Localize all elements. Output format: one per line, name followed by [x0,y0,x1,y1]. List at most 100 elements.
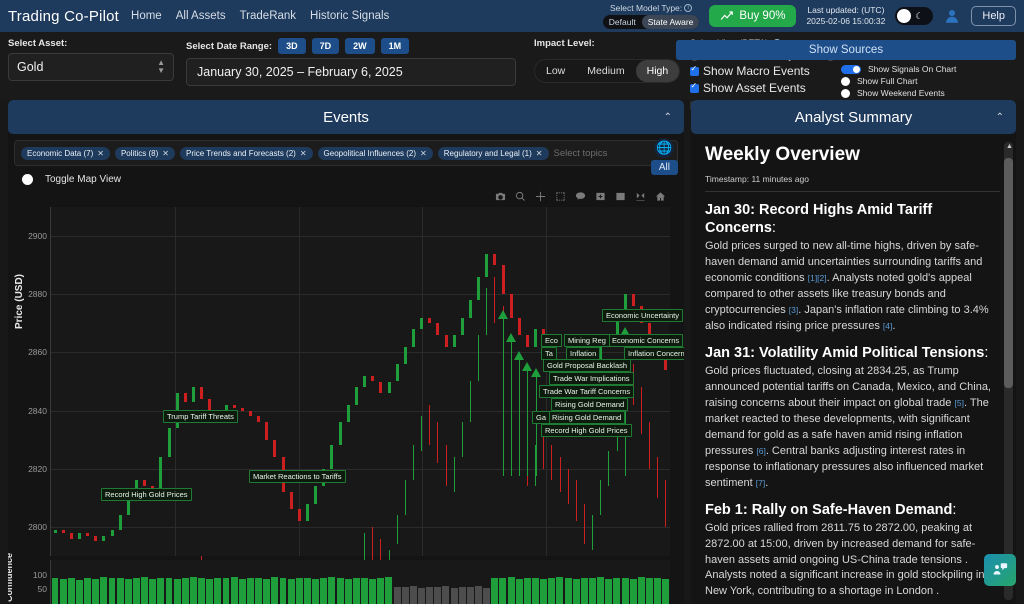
confidence-bar[interactable] [597,577,605,604]
zoom-out-icon[interactable] [615,191,626,202]
confidence-subplot[interactable]: 50 100 [33,560,670,604]
candlestick[interactable] [306,503,310,522]
candlestick[interactable] [143,480,147,487]
candlestick[interactable] [69,532,73,539]
confidence-bar[interactable] [564,578,572,604]
candlestick[interactable] [240,407,244,604]
lasso-icon[interactable] [575,191,586,202]
confidence-bar[interactable] [589,578,596,604]
candlestick[interactable] [118,515,122,530]
confidence-bar[interactable] [59,578,67,604]
confidence-bar[interactable] [92,578,100,604]
confidence-bar[interactable] [409,585,417,604]
info-icon[interactable]: i [684,4,693,12]
all-filter-button[interactable]: All [650,160,678,175]
model-option-default[interactable]: Default [603,15,642,29]
camera-icon[interactable] [495,191,506,202]
topics-multiselect[interactable]: Economic Data (7) ✕ Politics (8) ✕ Price… [14,140,678,166]
toggle-show-signals-on-chart[interactable] [841,64,861,74]
chart-annotation[interactable]: Inflation Concerns [624,347,684,360]
candlestick[interactable] [94,535,98,542]
chart-annotation[interactable]: Trump Tariff Threats [163,410,238,423]
candlestick[interactable] [403,346,407,516]
candlestick[interactable] [411,329,415,481]
chart-annotation[interactable]: Eco [541,334,562,347]
confidence-bar[interactable] [393,586,401,604]
confidence-bar[interactable] [434,587,442,604]
show-sources-button[interactable]: Show Sources [676,40,1016,60]
range-button-1m[interactable]: 1M [380,38,410,54]
candlestick[interactable] [444,334,448,487]
confidence-bar[interactable] [385,577,393,604]
confidence-bar[interactable] [515,578,523,604]
citation-link[interactable]: [4] [883,321,892,331]
chart-annotation[interactable]: Trade War Implications [549,372,634,385]
confidence-bar[interactable] [116,577,124,604]
confidence-bar[interactable] [100,577,108,604]
close-icon[interactable]: ✕ [97,149,104,158]
confidence-bar[interactable] [84,578,92,604]
range-button-2w[interactable]: 2W [345,38,375,54]
candlestick[interactable] [517,317,521,458]
candlestick[interactable] [273,439,277,458]
confidence-bar[interactable] [303,578,311,604]
chart-annotation[interactable]: Ga [532,411,551,424]
candlestick[interactable] [289,492,293,510]
candlestick[interactable] [477,276,481,382]
globe-icon[interactable]: 🌐 [654,138,675,158]
confidence-bar[interactable] [214,577,222,604]
confidence-bar[interactable] [287,578,295,604]
candlestick[interactable] [346,404,350,604]
summary-scrollbar[interactable]: ▲ [1004,142,1013,600]
confidence-bar[interactable] [246,578,254,604]
candlestick[interactable] [297,509,301,522]
candlestick[interactable] [232,404,236,604]
candlestick[interactable] [330,445,334,469]
chevron-up-icon[interactable]: ⌃ [664,112,672,123]
candlestick[interactable] [525,334,529,487]
confidence-bar[interactable] [540,578,548,604]
confidence-bar[interactable] [483,587,491,604]
home-icon[interactable] [655,191,666,202]
toggle-show-weekend-events[interactable] [841,88,850,98]
close-icon[interactable]: ✕ [536,149,543,158]
confidence-bar[interactable] [491,577,499,604]
citation-link[interactable]: [7] [756,478,765,488]
candlestick[interactable] [192,387,196,597]
candlestick[interactable] [53,529,57,533]
candlestick[interactable] [493,253,497,324]
confidence-bar[interactable] [442,585,450,604]
confidence-bar[interactable] [165,578,173,604]
nav-link-traderank[interactable]: TradeRank [240,10,296,22]
confidence-bar[interactable] [418,587,425,604]
theme-toggle[interactable]: ☾ [895,7,934,25]
candlestick[interactable] [183,393,187,597]
event-marker[interactable] [530,368,541,378]
confidence-bar[interactable] [295,577,303,604]
confidence-bar[interactable] [662,578,670,604]
chevron-up-icon[interactable]: ⌃ [996,112,1004,123]
confidence-bar[interactable] [271,577,279,604]
zoom-icon[interactable] [515,191,526,202]
candlestick[interactable] [468,300,472,423]
close-icon[interactable]: ✕ [420,149,427,158]
candlestick[interactable] [167,428,171,458]
confidence-bar[interactable] [198,578,206,604]
chart-annotation[interactable]: Market Reactions to Tariffs [249,470,346,483]
summary-panel-header[interactable]: Analyst Summary ⌃ [691,100,1016,134]
confidence-bar[interactable] [67,577,75,604]
asset-select[interactable]: Gold ▲ ▼ [8,53,174,81]
confidence-bar[interactable] [279,578,287,604]
confidence-bar[interactable] [548,577,556,604]
confidence-bar[interactable] [466,587,474,604]
confidence-bar[interactable] [629,578,637,604]
confidence-bar[interactable] [426,586,434,604]
topic-chip-regulatory[interactable]: Regulatory and Legal (1) ✕ [437,146,549,160]
confidence-bar[interactable] [613,578,621,604]
candlestick[interactable] [102,535,106,542]
candlestick[interactable] [257,416,261,423]
candlestick[interactable] [379,381,383,574]
candlestick[interactable] [501,265,505,365]
impact-level-segmented[interactable]: Low Medium High [534,59,681,83]
toggle-map-view[interactable] [22,174,33,185]
